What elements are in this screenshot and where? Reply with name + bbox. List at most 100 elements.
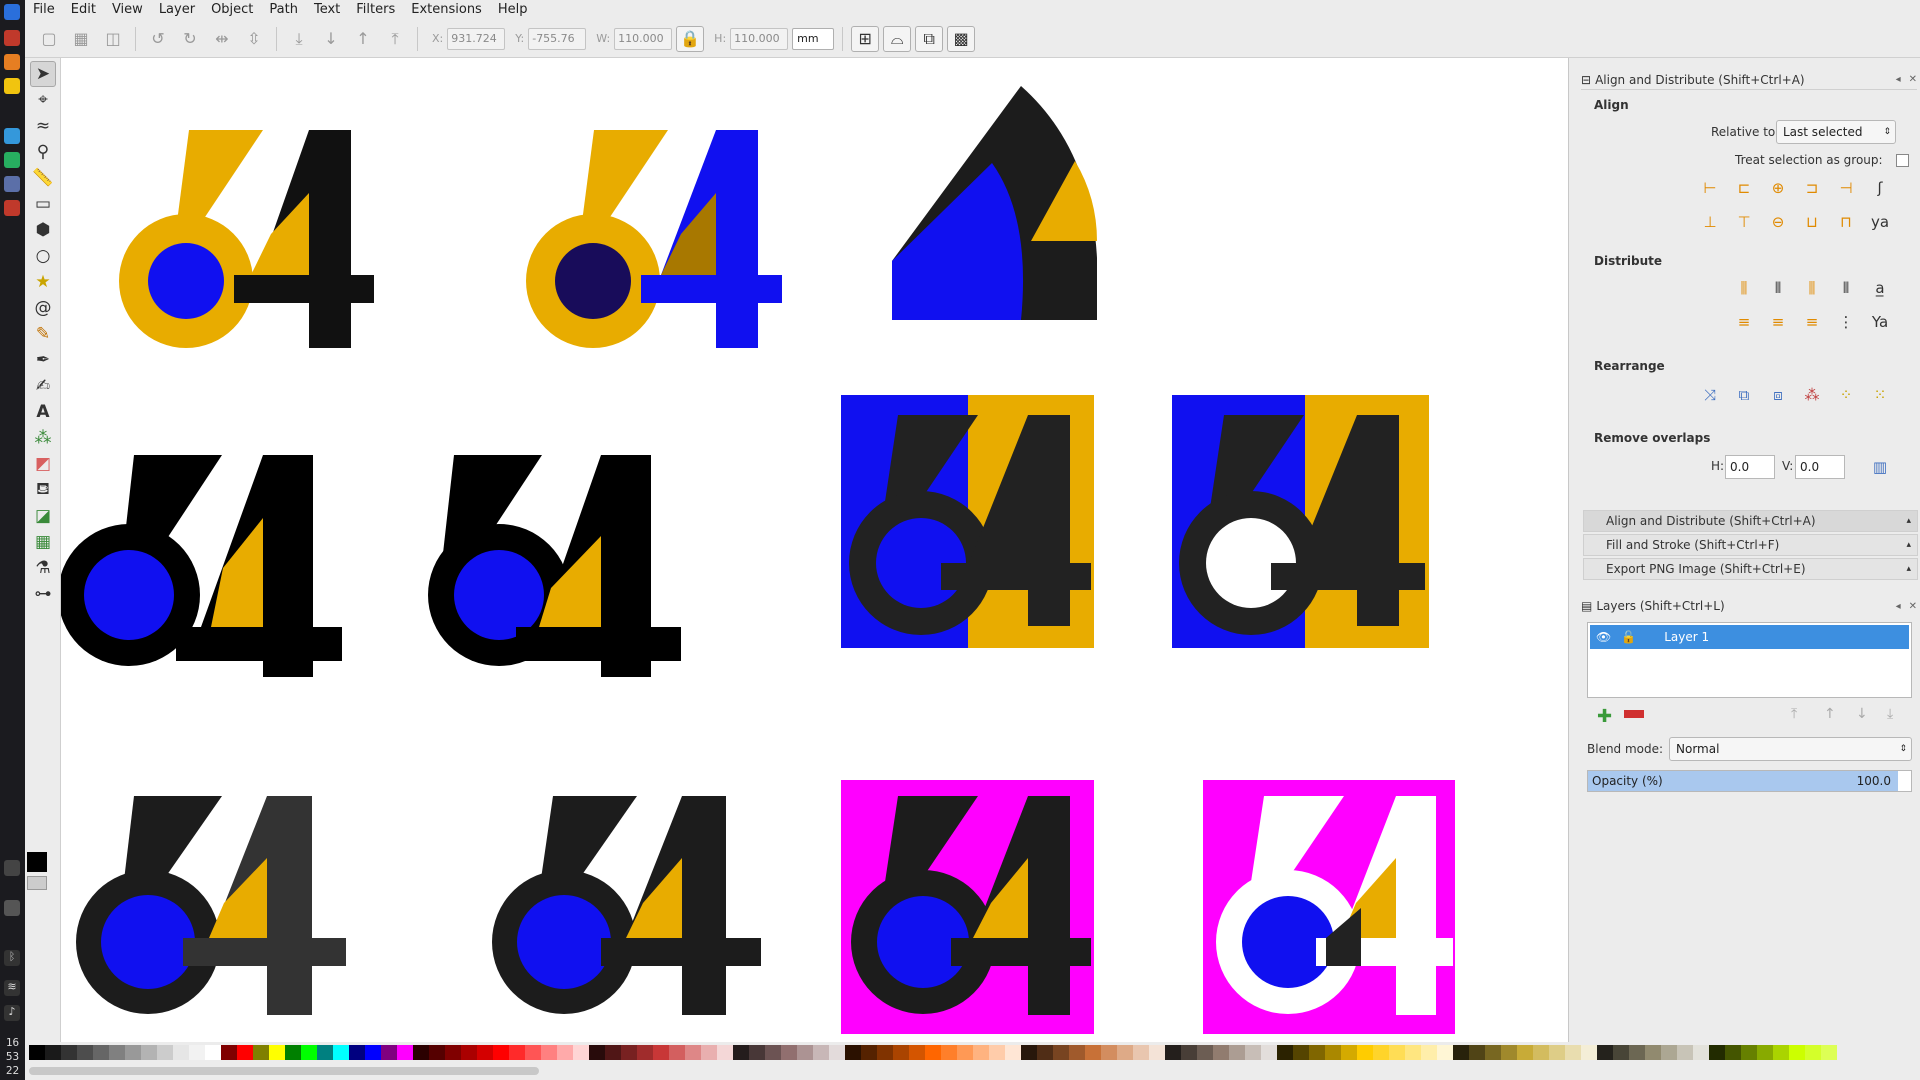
color-swatch[interactable] xyxy=(1725,1044,1741,1060)
ellipse-tool-icon[interactable]: ○ xyxy=(30,243,56,269)
color-swatch[interactable] xyxy=(1437,1044,1453,1060)
layer-up-icon[interactable]: ↑ xyxy=(1824,706,1836,722)
distribute-bottom-icon[interactable]: ≡ xyxy=(1800,310,1824,334)
selector-tool-icon[interactable]: ➤ xyxy=(30,61,56,87)
color-swatch[interactable] xyxy=(317,1044,333,1060)
align-right-to-left-icon[interactable]: ⊢ xyxy=(1698,176,1722,200)
color-swatch[interactable] xyxy=(1741,1044,1757,1060)
color-swatch[interactable] xyxy=(1117,1044,1133,1060)
logo-64-magenta-white[interactable] xyxy=(1203,780,1455,1034)
color-swatch[interactable] xyxy=(173,1044,189,1060)
color-swatch[interactable] xyxy=(61,1044,77,1060)
fill-indicator[interactable] xyxy=(27,852,47,872)
color-swatch[interactable] xyxy=(733,1044,749,1060)
align-bottom-edges-icon[interactable]: ⊔ xyxy=(1800,210,1824,234)
blend-mode-select[interactable]: Normal ⇕ xyxy=(1669,737,1912,761)
color-swatch[interactable] xyxy=(1597,1044,1613,1060)
logo-64-dark[interactable] xyxy=(492,796,761,1015)
h-field[interactable]: 110.000 xyxy=(730,27,789,50)
color-swatch[interactable] xyxy=(477,1044,493,1060)
text-tool-icon[interactable]: A xyxy=(30,399,56,425)
color-swatch[interactable] xyxy=(1325,1044,1341,1060)
layer-to-bottom-icon[interactable]: ⤓ xyxy=(1887,706,1893,722)
color-swatch[interactable] xyxy=(621,1044,637,1060)
color-swatch[interactable] xyxy=(109,1044,125,1060)
flip-horizontal-icon[interactable]: ⇹ xyxy=(208,26,236,52)
logo-64-blue-yellow-square[interactable] xyxy=(841,395,1094,648)
dock-close-icon[interactable]: ✕ xyxy=(1909,601,1917,612)
volume-icon[interactable]: ♪ xyxy=(4,1005,20,1021)
color-swatch[interactable] xyxy=(1085,1044,1101,1060)
color-swatch[interactable] xyxy=(1005,1044,1021,1060)
color-swatch[interactable] xyxy=(413,1044,429,1060)
logo-64-black-partial[interactable] xyxy=(61,455,342,677)
dock-close-icon[interactable]: ✕ xyxy=(1909,74,1917,85)
color-swatch[interactable] xyxy=(1677,1044,1693,1060)
color-swatch[interactable] xyxy=(397,1044,413,1060)
color-swatch[interactable] xyxy=(1645,1044,1661,1060)
color-swatch[interactable] xyxy=(1453,1044,1469,1060)
paint-bucket-tool-icon[interactable]: ⛾ xyxy=(30,477,56,503)
color-swatch[interactable] xyxy=(1149,1044,1165,1060)
color-swatch[interactable] xyxy=(221,1044,237,1060)
select-all-icon[interactable]: ▢ xyxy=(35,26,63,52)
color-swatch[interactable] xyxy=(573,1044,589,1060)
logo-64-yellow-black[interactable] xyxy=(119,130,374,348)
pen-tool-icon[interactable]: ✒ xyxy=(30,347,56,373)
layer-name[interactable]: Layer 1 xyxy=(1664,630,1709,644)
color-swatch[interactable] xyxy=(525,1044,541,1060)
overlap-h-field[interactable]: 0.0 xyxy=(1725,455,1775,479)
color-swatch[interactable] xyxy=(1757,1044,1773,1060)
color-swatch[interactable] xyxy=(845,1044,861,1060)
spiral-tool-icon[interactable]: @ xyxy=(30,295,56,321)
color-swatch[interactable] xyxy=(141,1044,157,1060)
distribute-centers-v-icon[interactable]: ≡ xyxy=(1766,310,1790,334)
connector-tool-icon[interactable]: ⊶ xyxy=(30,581,56,607)
color-swatch[interactable] xyxy=(1501,1044,1517,1060)
color-swatch[interactable] xyxy=(301,1044,317,1060)
color-swatch[interactable] xyxy=(1805,1044,1821,1060)
3d-box-tool-icon[interactable]: ⬢ xyxy=(30,217,56,243)
scale-stroke-icon[interactable]: ⊞ xyxy=(851,25,880,52)
rotate-cw-icon[interactable]: ↻ xyxy=(176,26,204,52)
desktop-icon[interactable] xyxy=(4,860,20,876)
color-swatch[interactable] xyxy=(349,1044,365,1060)
color-swatch[interactable] xyxy=(669,1044,685,1060)
mesh-tool-icon[interactable]: ▦ xyxy=(30,529,56,555)
menu-extensions[interactable]: Extensions xyxy=(403,0,490,20)
add-layer-icon[interactable]: ✚ xyxy=(1597,706,1612,727)
move-patterns-icon[interactable]: ▩ xyxy=(947,25,976,52)
measure-tool-icon[interactable]: 📏 xyxy=(30,165,56,191)
bluetooth-icon[interactable]: ᛒ xyxy=(4,950,20,966)
menu-file[interactable]: File xyxy=(25,0,63,20)
lower-icon[interactable]: ↓ xyxy=(317,26,345,52)
menu-path[interactable]: Path xyxy=(261,0,306,20)
color-swatch[interactable] xyxy=(701,1044,717,1060)
logo-64-magenta-square[interactable] xyxy=(841,780,1094,1034)
color-swatch[interactable] xyxy=(1245,1044,1261,1060)
color-swatch[interactable] xyxy=(205,1044,221,1060)
distribute-gaps-h-icon[interactable]: ⫴ xyxy=(1834,276,1858,300)
color-swatch[interactable] xyxy=(493,1044,509,1060)
color-swatch[interactable] xyxy=(1517,1044,1533,1060)
color-swatch[interactable] xyxy=(445,1044,461,1060)
menu-view[interactable]: View xyxy=(104,0,151,20)
color-swatch[interactable] xyxy=(1277,1044,1293,1060)
raise-to-top-icon[interactable]: ⤒ xyxy=(381,26,409,52)
dock-iconify-icon[interactable]: ◂ xyxy=(1896,74,1901,85)
color-swatch[interactable] xyxy=(1389,1044,1405,1060)
color-swatch[interactable] xyxy=(925,1044,941,1060)
color-swatch[interactable] xyxy=(685,1044,701,1060)
stroke-indicator[interactable] xyxy=(27,876,47,890)
remove-overlaps-icon[interactable]: ▥ xyxy=(1868,455,1892,479)
color-swatch[interactable] xyxy=(269,1044,285,1060)
layer-to-top-icon[interactable]: ⤒ xyxy=(1791,706,1797,722)
color-swatch[interactable] xyxy=(893,1044,909,1060)
tweak-tool-icon[interactable]: ≈ xyxy=(30,113,56,139)
move-gradients-icon[interactable]: ⧉ xyxy=(915,25,944,52)
unit-select[interactable]: mm xyxy=(792,27,835,50)
color-swatch[interactable] xyxy=(1789,1044,1805,1060)
color-swatch[interactable] xyxy=(813,1044,829,1060)
menu-layer[interactable]: Layer xyxy=(151,0,203,20)
arrange-on-grid-icon[interactable]: ⁙ xyxy=(1868,383,1892,407)
